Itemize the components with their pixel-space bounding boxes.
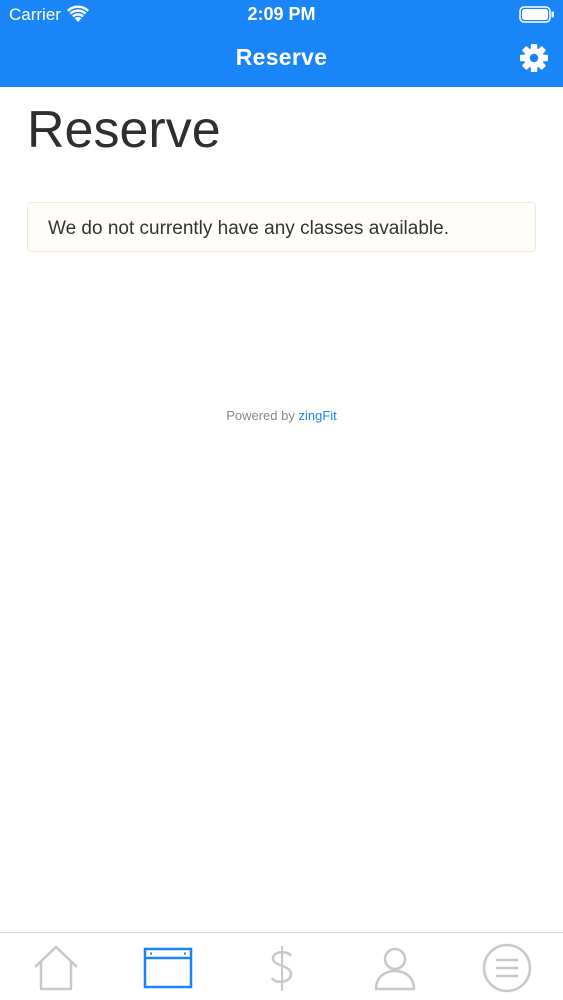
gear-icon[interactable] [518, 42, 550, 74]
page-title: Reserve [27, 101, 221, 159]
user-icon[interactable] [367, 943, 423, 993]
battery-icon [519, 6, 554, 23]
no-classes-notice: We do not currently have any classes ava… [27, 202, 536, 252]
powered-by: Powered by zingFit [0, 408, 563, 423]
status-time: 2:09 PM [247, 4, 316, 24]
menu-icon[interactable] [479, 943, 535, 993]
zingfit-link[interactable]: zingFit [298, 408, 336, 423]
nav-title: Reserve [235, 44, 328, 70]
powered-by-label: Powered by [226, 408, 295, 423]
status-bar: Carrier 2:09 PM [0, 0, 563, 30]
home-icon[interactable] [28, 943, 84, 993]
dollar-icon[interactable] [254, 943, 310, 993]
top-bar: Carrier 2:09 PM Reserve [0, 0, 563, 87]
notice-text: We do not currently have any classes ava… [48, 218, 449, 239]
calendar-icon[interactable] [140, 943, 196, 993]
tab-bar [0, 932, 563, 1000]
